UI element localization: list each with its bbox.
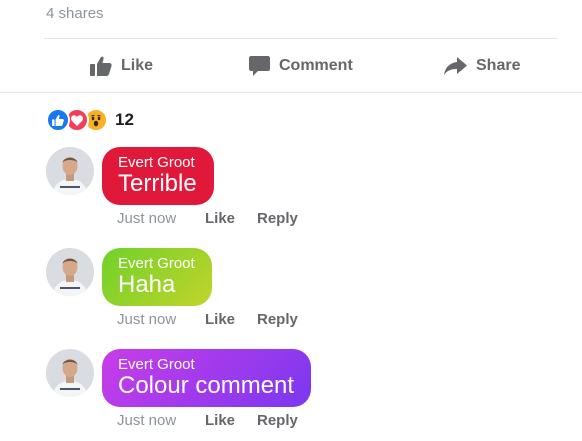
reactions-summary[interactable]: 12 — [46, 108, 134, 132]
thumbs-up-icon — [90, 56, 112, 76]
like-button[interactable]: Like — [90, 46, 153, 86]
avatar[interactable] — [46, 147, 94, 195]
comment-like-button[interactable]: Like — [205, 311, 257, 328]
comment-text: Terrible — [118, 170, 197, 197]
comment-text: Haha — [118, 271, 176, 298]
comment-bubble[interactable]: Evert Groot Terrible — [102, 147, 214, 205]
comment-item: Evert Groot Terrible Just now Like Reply — [46, 147, 566, 239]
comment-like-button[interactable]: Like — [205, 412, 257, 429]
speech-bubble-icon — [249, 56, 270, 76]
comment-author[interactable]: Evert Groot — [118, 154, 197, 171]
divider — [0, 92, 582, 93]
comment-meta: Just now Like Reply — [117, 412, 298, 429]
comment-author[interactable]: Evert Groot — [118, 255, 195, 272]
comment-timestamp[interactable]: Just now — [117, 412, 205, 429]
comment-meta: Just now Like Reply — [117, 210, 298, 227]
comment-reply-button[interactable]: Reply — [257, 311, 298, 328]
comment-button-label: Comment — [279, 57, 353, 74]
comment-timestamp[interactable]: Just now — [117, 210, 205, 227]
comment-text: Colour comment — [118, 372, 295, 399]
avatar[interactable] — [46, 349, 94, 397]
reactions-count: 12 — [115, 110, 134, 129]
comment-item: Evert Groot Colour comment Just now Like… — [46, 349, 566, 441]
comment-item: Evert Groot Haha Just now Like Reply — [46, 248, 566, 340]
comment-meta: Just now Like Reply — [117, 311, 298, 328]
comment-button[interactable]: Comment — [249, 46, 353, 86]
shares-count[interactable]: 4 shares — [46, 5, 104, 22]
comment-author[interactable]: Evert Groot — [118, 356, 294, 373]
divider — [44, 38, 558, 39]
share-arrow-icon — [444, 57, 467, 75]
comment-like-button[interactable]: Like — [205, 210, 257, 227]
comment-reply-button[interactable]: Reply — [257, 412, 298, 429]
comment-timestamp[interactable]: Just now — [117, 311, 205, 328]
like-reaction-icon — [46, 108, 70, 132]
comment-bubble[interactable]: Evert Groot Haha — [102, 248, 212, 306]
post-action-bar: Like Comment Share — [0, 46, 582, 86]
share-button-label: Share — [476, 57, 521, 74]
comment-reply-button[interactable]: Reply — [257, 210, 298, 227]
like-button-label: Like — [121, 57, 154, 74]
comment-bubble[interactable]: Evert Groot Colour comment — [102, 349, 312, 407]
share-button[interactable]: Share — [444, 46, 520, 86]
avatar[interactable] — [46, 248, 94, 296]
